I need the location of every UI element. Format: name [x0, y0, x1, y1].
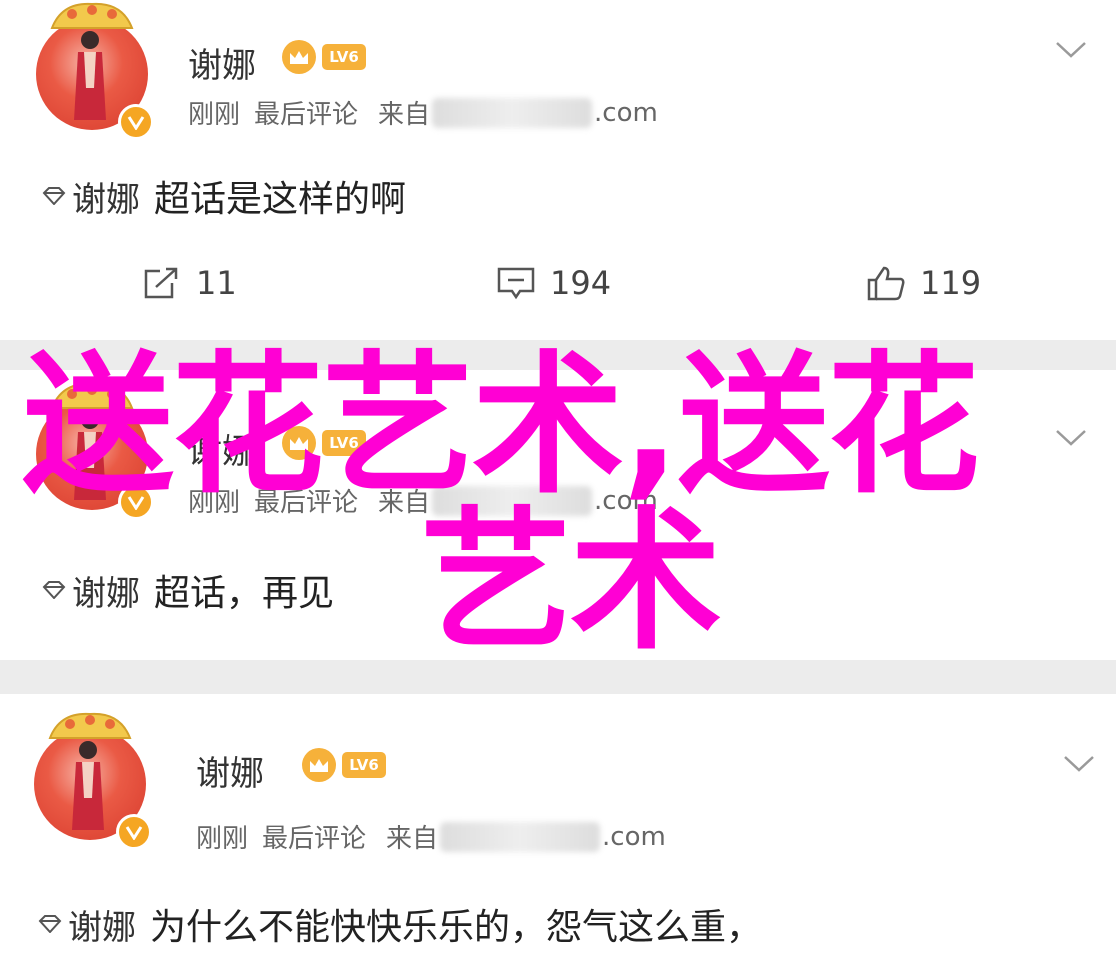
avatar-figure [72, 741, 104, 830]
chevron-down-icon[interactable] [1054, 40, 1088, 60]
post-actions: 11 194 119 [0, 264, 1116, 324]
topic-link[interactable]: 谢娜 [72, 172, 140, 221]
post-meta-action: 最后评论 [254, 100, 359, 130]
crown-badge-icon [282, 40, 316, 74]
post-time: 刚刚 [196, 824, 249, 854]
repost-icon [144, 267, 178, 299]
verified-v-icon [118, 104, 154, 140]
blurred-source [432, 485, 593, 516]
post-meta: 刚刚 最后评论 来自 .com [188, 94, 658, 131]
comment-button[interactable]: 194 [496, 264, 611, 302]
avatar-figure [74, 411, 106, 500]
username[interactable]: 谢娜 [188, 424, 256, 473]
comment-count: 194 [550, 264, 612, 302]
post-source-prefix: 来自 [386, 824, 439, 854]
avatar[interactable] [34, 712, 152, 850]
crown-badge-icon [302, 748, 336, 782]
feed-post: 谢娜 LV6 刚刚 最后评论 来自 .com 谢娜 为什么不能快快乐乐的，怨气这… [0, 694, 1116, 966]
verified-v-icon [116, 814, 152, 850]
post-time: 刚刚 [188, 488, 241, 518]
user-badges: LV6 [282, 40, 366, 74]
post-source-suffix: .com [594, 97, 658, 128]
topic-link[interactable]: 谢娜 [68, 900, 136, 949]
post-content: 谢娜 超话是这样的啊 [40, 170, 406, 222]
feed-post: 谢娜 LV6 刚刚 最后评论 来自 .com 谢娜 超话是这样的啊 11 194… [0, 0, 1116, 340]
post-source-suffix: .com [602, 821, 666, 852]
chevron-down-icon[interactable] [1062, 754, 1096, 774]
repost-count: 11 [196, 264, 237, 302]
avatar[interactable] [36, 2, 154, 140]
diamond-topic-icon [42, 581, 66, 599]
level-badge: LV6 [322, 430, 366, 456]
post-text: 为什么不能快快乐乐的，怨气这么重， [150, 907, 763, 948]
post-content: 谢娜 超话，再见 [40, 564, 334, 616]
post-source-prefix: 来自 [378, 488, 431, 518]
post-text: 超话，再见 [154, 573, 335, 614]
post-meta-action: 最后评论 [254, 488, 359, 518]
feed-post: 谢娜 LV6 刚刚 最后评论 来自 .com 谢娜 超话，再见 [0, 370, 1116, 660]
avatar-figure [74, 31, 106, 120]
topic-link[interactable]: 谢娜 [72, 566, 140, 615]
level-badge: LV6 [322, 44, 366, 70]
post-meta-action: 最后评论 [262, 824, 367, 854]
like-button[interactable]: 119 [866, 264, 981, 302]
username[interactable]: 谢娜 [188, 38, 256, 87]
thumbs-up-icon [867, 266, 905, 301]
post-time: 刚刚 [188, 100, 241, 130]
post-content: 谢娜 为什么不能快快乐乐的，怨气这么重， [36, 898, 762, 950]
crown-badge-icon [282, 426, 316, 460]
post-source-suffix: .com [594, 485, 658, 516]
blurred-source [440, 821, 601, 852]
level-badge: LV6 [342, 752, 386, 778]
avatar[interactable] [36, 382, 154, 520]
like-count: 119 [920, 264, 982, 302]
diamond-topic-icon [42, 187, 66, 205]
user-badges: LV6 [282, 426, 366, 460]
blurred-source [432, 97, 593, 128]
comment-icon [497, 267, 535, 300]
post-meta: 刚刚 最后评论 来自 .com [188, 482, 658, 519]
verified-v-icon [118, 484, 154, 520]
user-badges: LV6 [302, 748, 386, 782]
post-meta: 刚刚 最后评论 来自 .com [196, 818, 666, 855]
post-text: 超话是这样的啊 [154, 179, 407, 220]
repost-button[interactable]: 11 [142, 264, 237, 302]
post-source-prefix: 来自 [378, 100, 431, 130]
chevron-down-icon[interactable] [1054, 428, 1088, 448]
diamond-topic-icon [38, 915, 62, 933]
username[interactable]: 谢娜 [196, 746, 264, 795]
